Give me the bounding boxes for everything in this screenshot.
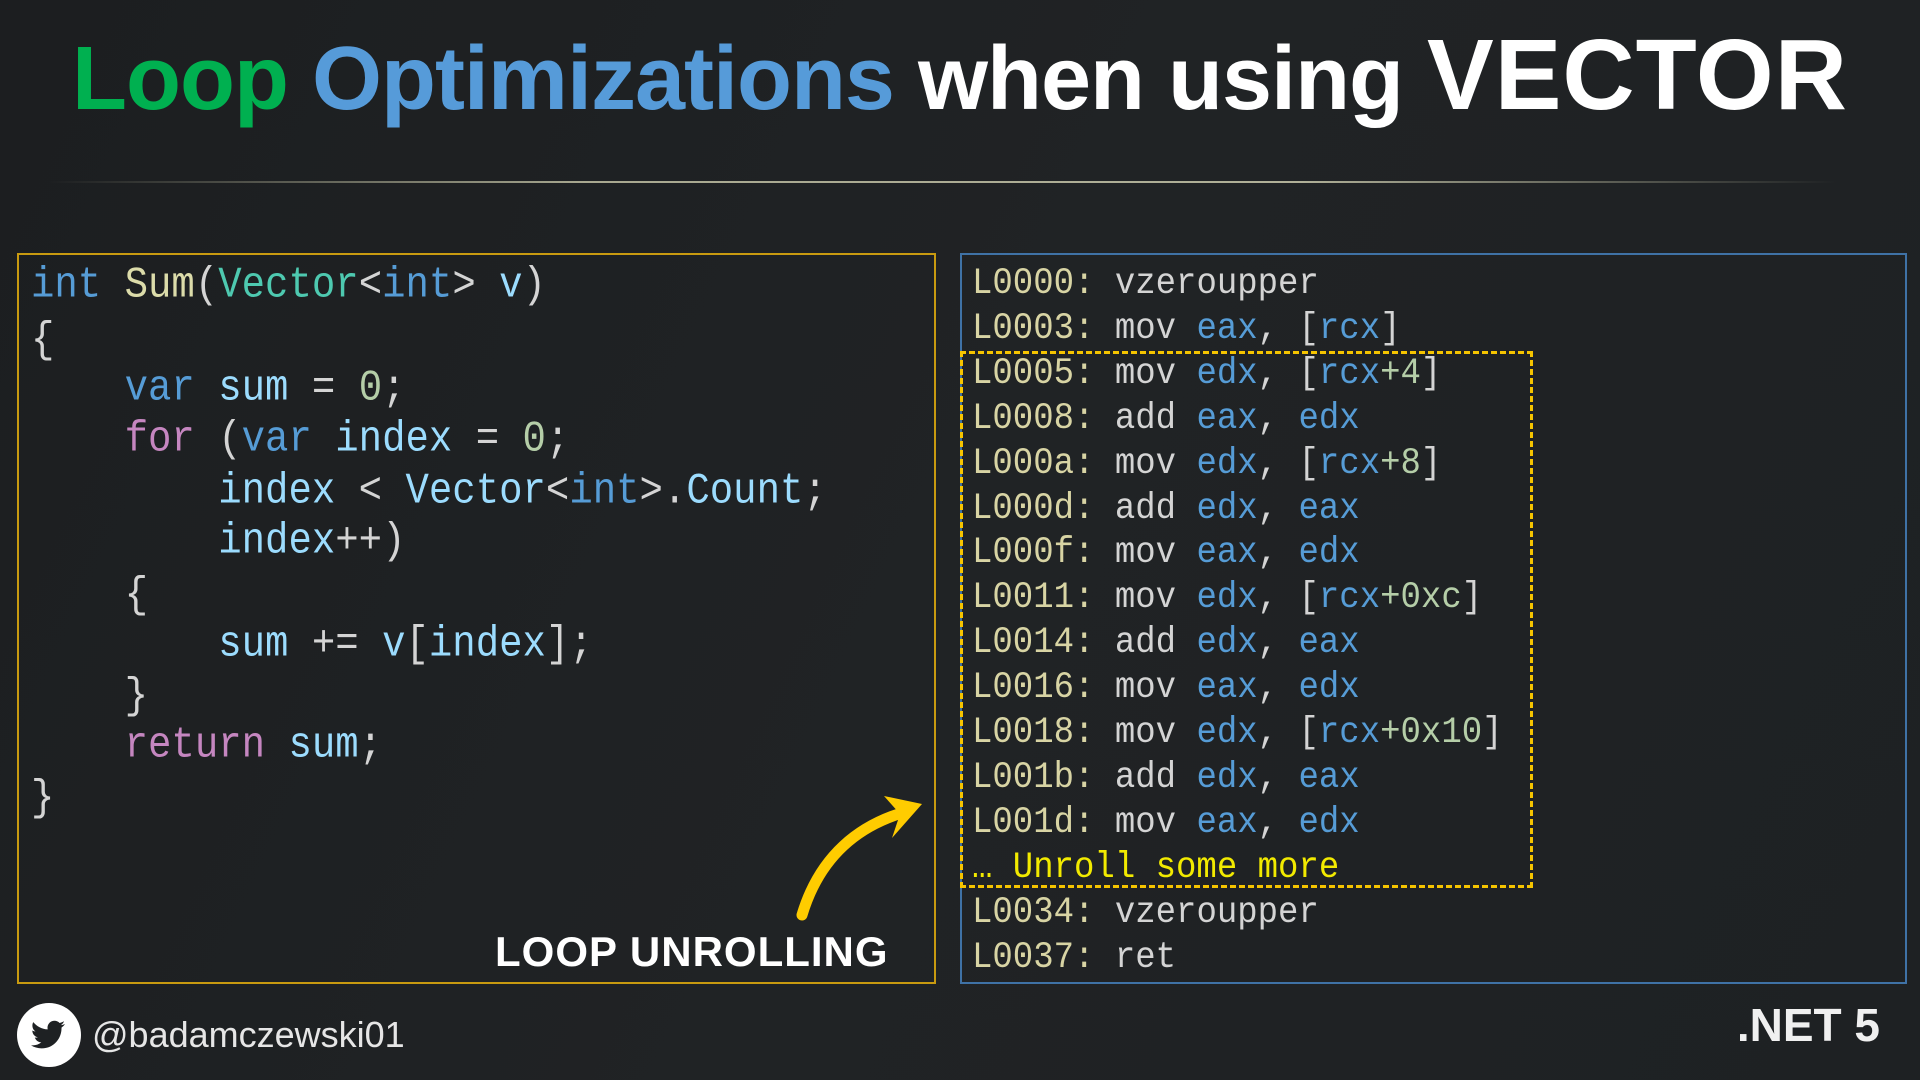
code-token: < [358, 260, 383, 311]
asm-line: L0000: vzeroupper [972, 265, 1319, 302]
code-token: L0037: [972, 936, 1115, 979]
code-token: eax [1196, 307, 1258, 350]
code-token: Count [686, 466, 804, 517]
code-token: ++) [335, 516, 406, 567]
title-vector: VECTOR [1427, 19, 1848, 131]
code-token: var [124, 363, 195, 414]
code-token: int [382, 260, 453, 311]
code-token: vzeroupper [1114, 263, 1319, 305]
title-optimizations: Optimizations [311, 29, 895, 129]
code-token: , [ [1257, 307, 1319, 350]
code-token: L0034: [972, 891, 1115, 934]
code-token: int [569, 466, 640, 517]
code-line: var sum = 0; [31, 367, 406, 411]
code-line: { [31, 319, 54, 363]
code-token: = [452, 414, 523, 465]
code-token: L0000: [972, 263, 1115, 305]
code-token: ; [803, 466, 827, 517]
code-token: = [288, 363, 359, 414]
code-token: ( [194, 260, 219, 311]
code-token: rcx [1318, 307, 1381, 350]
code-token: } [31, 773, 55, 824]
code-token: > [452, 260, 500, 311]
code-line: } [31, 777, 54, 821]
asm-line: L0034: vzeroupper [972, 894, 1319, 931]
code-token: < [545, 466, 570, 517]
code-line: return sum; [31, 724, 382, 768]
asm-line: L0037: ret [972, 939, 1176, 976]
title-when-using: when using [918, 29, 1404, 129]
code-line: sum += v[index]; [31, 623, 593, 667]
code-token: Vector [218, 260, 359, 311]
code-token: ] [1380, 307, 1401, 350]
code-token: v [382, 619, 406, 670]
code-token: < [335, 466, 406, 517]
code-token: { [31, 570, 149, 621]
code-token: >. [639, 466, 687, 517]
code-token: sum [288, 720, 359, 771]
code-token: ) [522, 260, 546, 311]
code-token: ; [545, 414, 570, 465]
code-line: index++) [31, 520, 405, 564]
code-token: 0 [358, 363, 383, 414]
code-token: for [124, 414, 195, 465]
code-token: 0 [522, 414, 546, 465]
code-token: index [428, 619, 546, 670]
code-token: [ [405, 619, 429, 670]
code-line: index < Vector<int>.Count; [31, 470, 827, 514]
code-token: int [31, 260, 102, 311]
code-line: int Sum(Vector<int> v) [31, 264, 546, 308]
code-token: sum [218, 363, 289, 414]
code-line: for (var index = 0; [31, 414, 570, 465]
code-token: } [31, 671, 149, 722]
code-token: sum [218, 619, 289, 670]
code-token: ; [358, 720, 383, 771]
code-token: ret [1114, 936, 1177, 979]
code-token: index [335, 414, 453, 465]
code-token: v [499, 260, 523, 311]
code-token: ]; [545, 619, 593, 670]
code-token: vzeroupper [1114, 891, 1319, 934]
code-token: += [288, 619, 383, 670]
code-token: Vector [405, 466, 546, 517]
code-line: { [31, 574, 148, 618]
code-token: Sum [124, 260, 195, 311]
twitter-icon [17, 1003, 81, 1067]
code-line: } [31, 675, 148, 719]
code-token: ( [194, 414, 242, 465]
code-token: L0003: [972, 307, 1115, 350]
code-token: index [218, 466, 336, 517]
code-token: ; [382, 363, 406, 414]
twitter-handle: @badamczewski01 [92, 1014, 405, 1055]
code-token: index [218, 516, 336, 567]
code-token: { [31, 315, 55, 366]
unrolled-region-highlight [960, 351, 1533, 888]
code-token: return [124, 720, 266, 771]
asm-line: L0003: mov eax, [rcx] [972, 310, 1401, 347]
slide-title: Loop Optimizations when using VECTOR [0, 18, 1920, 133]
title-divider [49, 181, 1837, 183]
title-loop: Loop [72, 29, 289, 129]
code-token: var [241, 414, 312, 465]
loop-unrolling-label: LOOP UNROLLING [495, 928, 889, 975]
arrow-icon [796, 796, 922, 921]
dotnet-version-badge: .NET 5 [1736, 999, 1880, 1051]
code-token: mov [1114, 307, 1197, 350]
